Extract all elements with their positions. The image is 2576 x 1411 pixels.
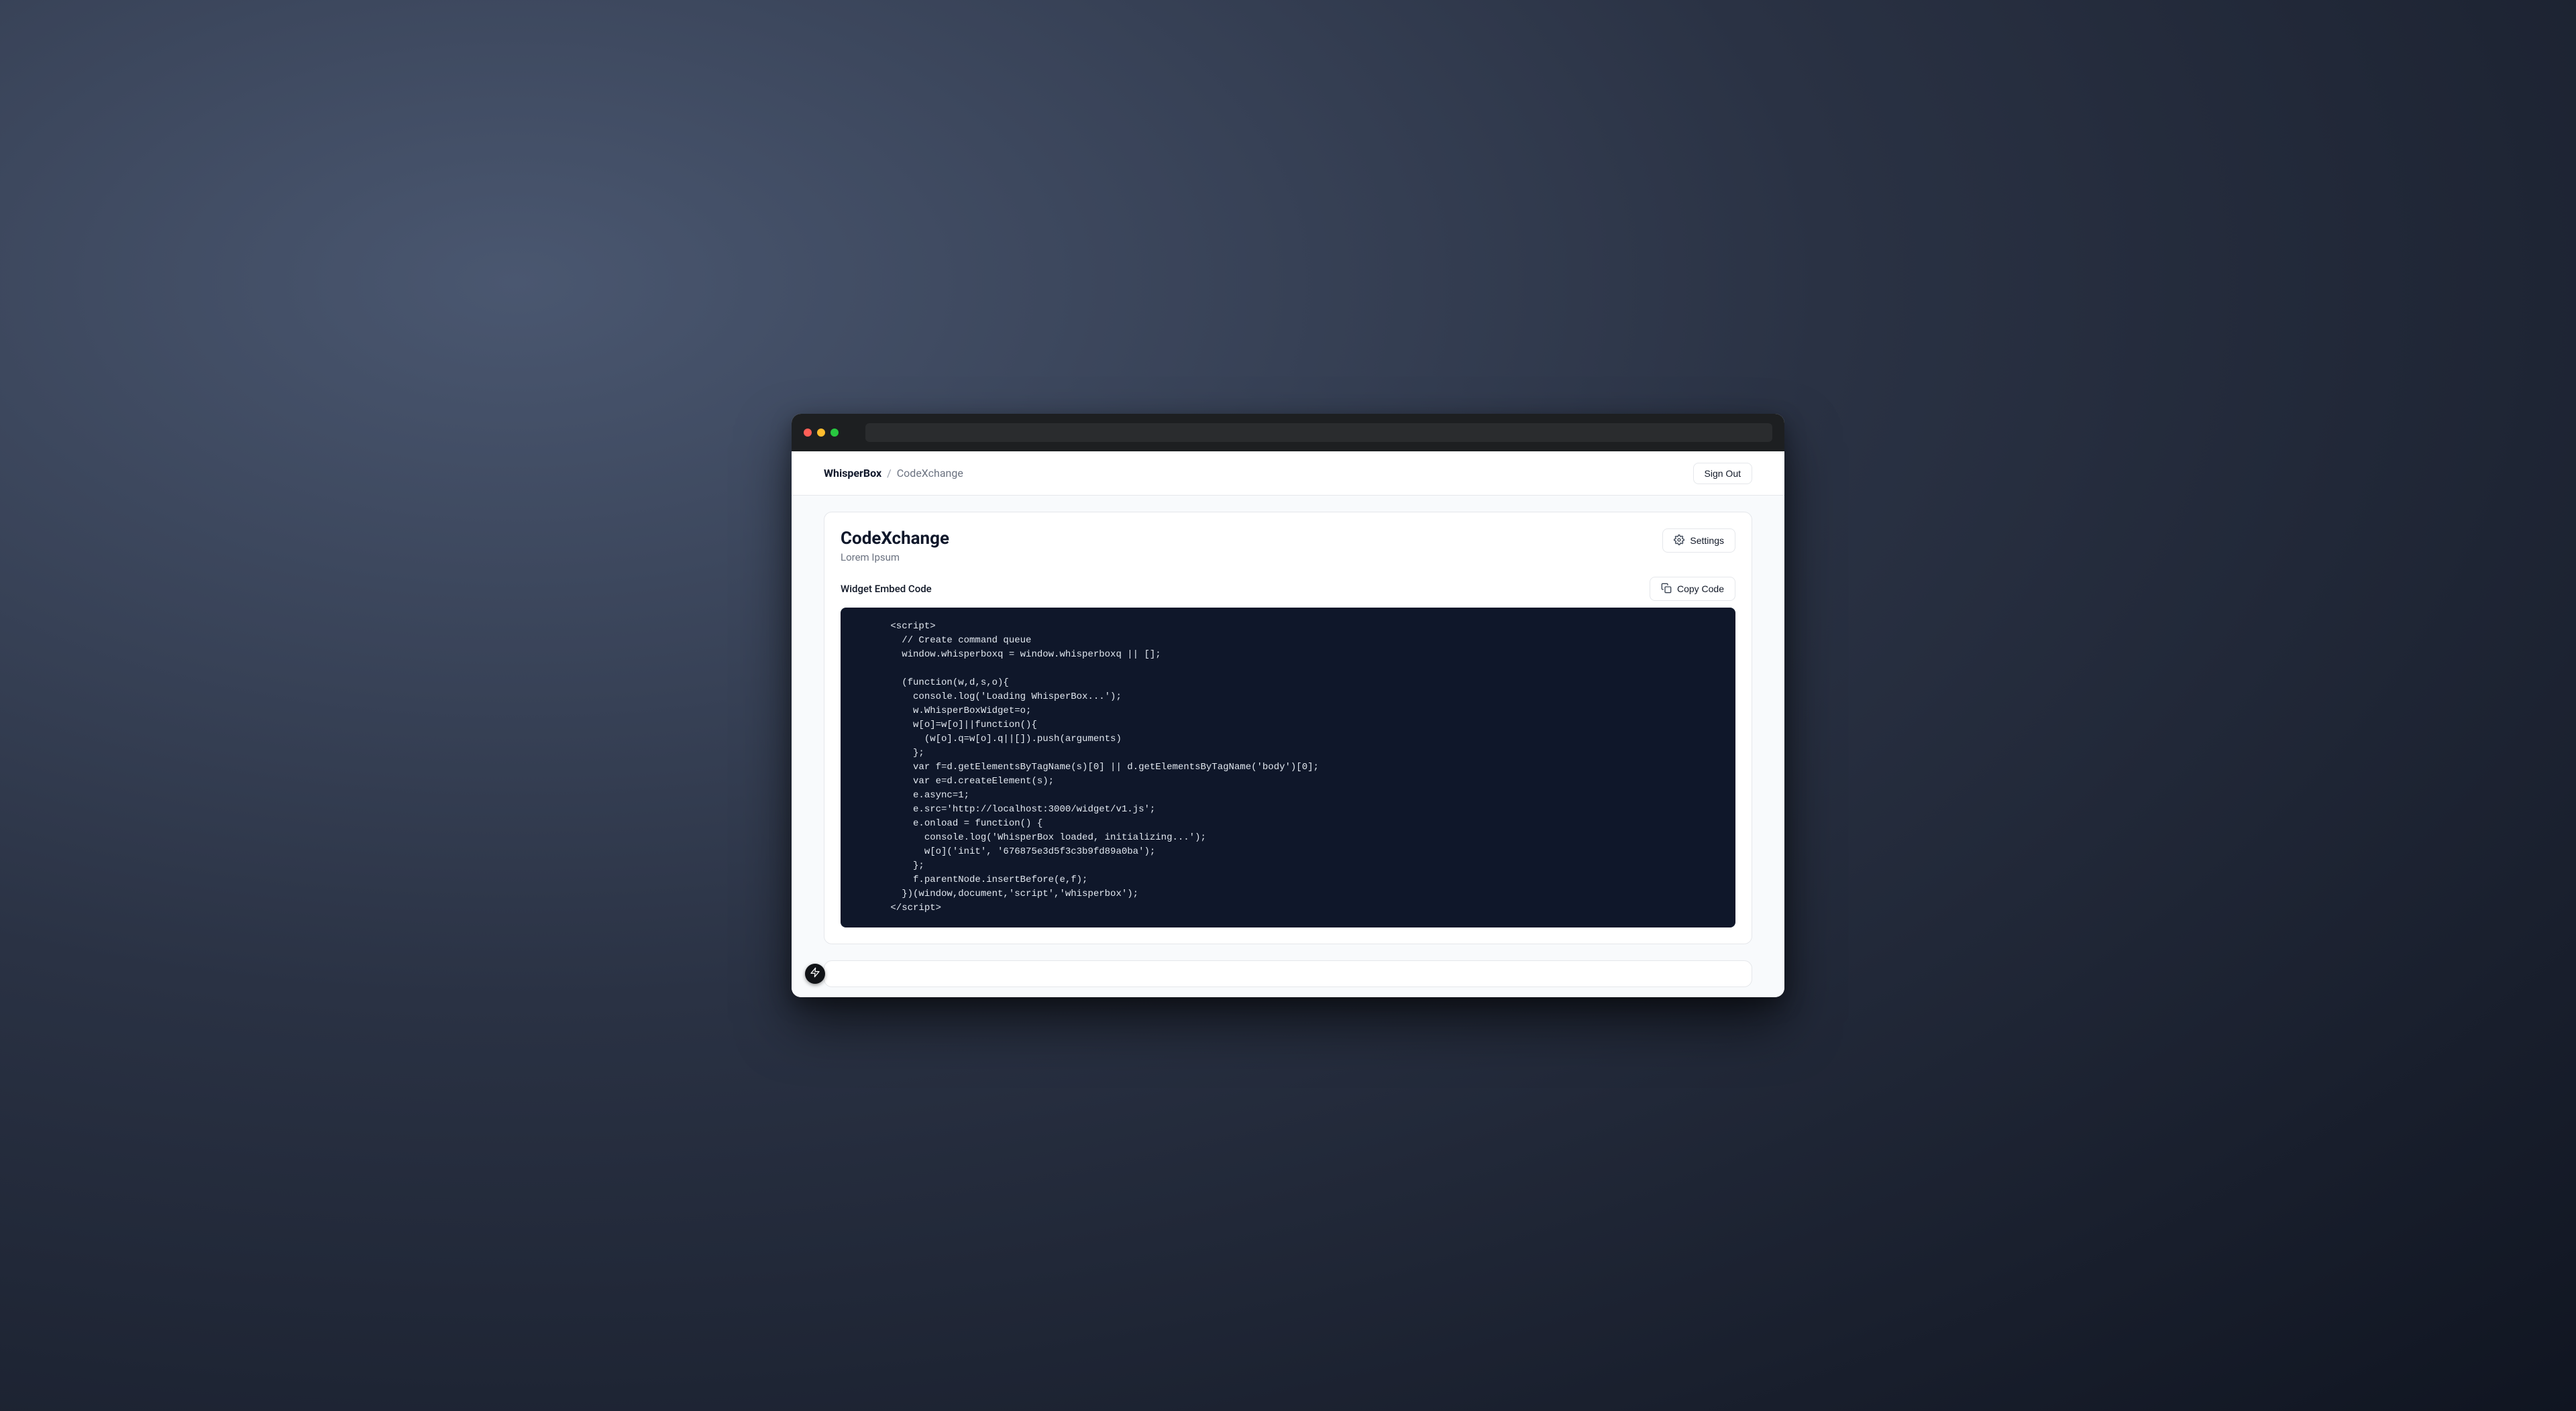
breadcrumb-separator: / — [887, 467, 892, 479]
embed-code-block[interactable]: <script> // Create command queue window.… — [841, 608, 1735, 927]
project-card: CodeXchange Lorem Ipsum Settings Widget … — [824, 512, 1752, 944]
project-title-block: CodeXchange Lorem Ipsum — [841, 528, 949, 563]
breadcrumb-current[interactable]: CodeXchange — [897, 467, 963, 479]
app-header: WhisperBox / CodeXchange Sign Out — [792, 451, 1784, 496]
embed-section-header: Widget Embed Code Copy Code — [841, 577, 1735, 601]
settings-label: Settings — [1690, 536, 1724, 545]
copy-code-button[interactable]: Copy Code — [1650, 577, 1735, 601]
project-title: CodeXchange — [841, 528, 949, 549]
browser-window: WhisperBox / CodeXchange Sign Out CodeXc… — [792, 414, 1784, 997]
breadcrumb: WhisperBox / CodeXchange — [824, 467, 963, 479]
embed-section-label: Widget Embed Code — [841, 583, 932, 595]
browser-chrome-bar — [792, 414, 1784, 451]
copy-code-label: Copy Code — [1677, 584, 1724, 594]
project-subtitle: Lorem Ipsum — [841, 551, 949, 563]
sign-out-label: Sign Out — [1705, 469, 1741, 478]
window-minimize-button[interactable] — [817, 429, 825, 437]
browser-url-bar[interactable] — [865, 423, 1772, 442]
embed-section: Widget Embed Code Copy Code <script> // … — [841, 577, 1735, 927]
breadcrumb-brand[interactable]: WhisperBox — [824, 467, 881, 479]
window-maximize-button[interactable] — [830, 429, 839, 437]
dev-tools-badge[interactable] — [805, 964, 825, 984]
gear-icon — [1674, 534, 1684, 547]
bolt-icon — [810, 967, 820, 980]
project-card-header: CodeXchange Lorem Ipsum Settings — [841, 528, 1735, 563]
traffic-lights — [804, 429, 839, 437]
copy-icon — [1661, 583, 1672, 595]
settings-button[interactable]: Settings — [1662, 528, 1735, 553]
content-area: CodeXchange Lorem Ipsum Settings Widget … — [792, 496, 1784, 997]
window-close-button[interactable] — [804, 429, 812, 437]
next-card — [824, 960, 1752, 987]
sign-out-button[interactable]: Sign Out — [1693, 463, 1752, 484]
